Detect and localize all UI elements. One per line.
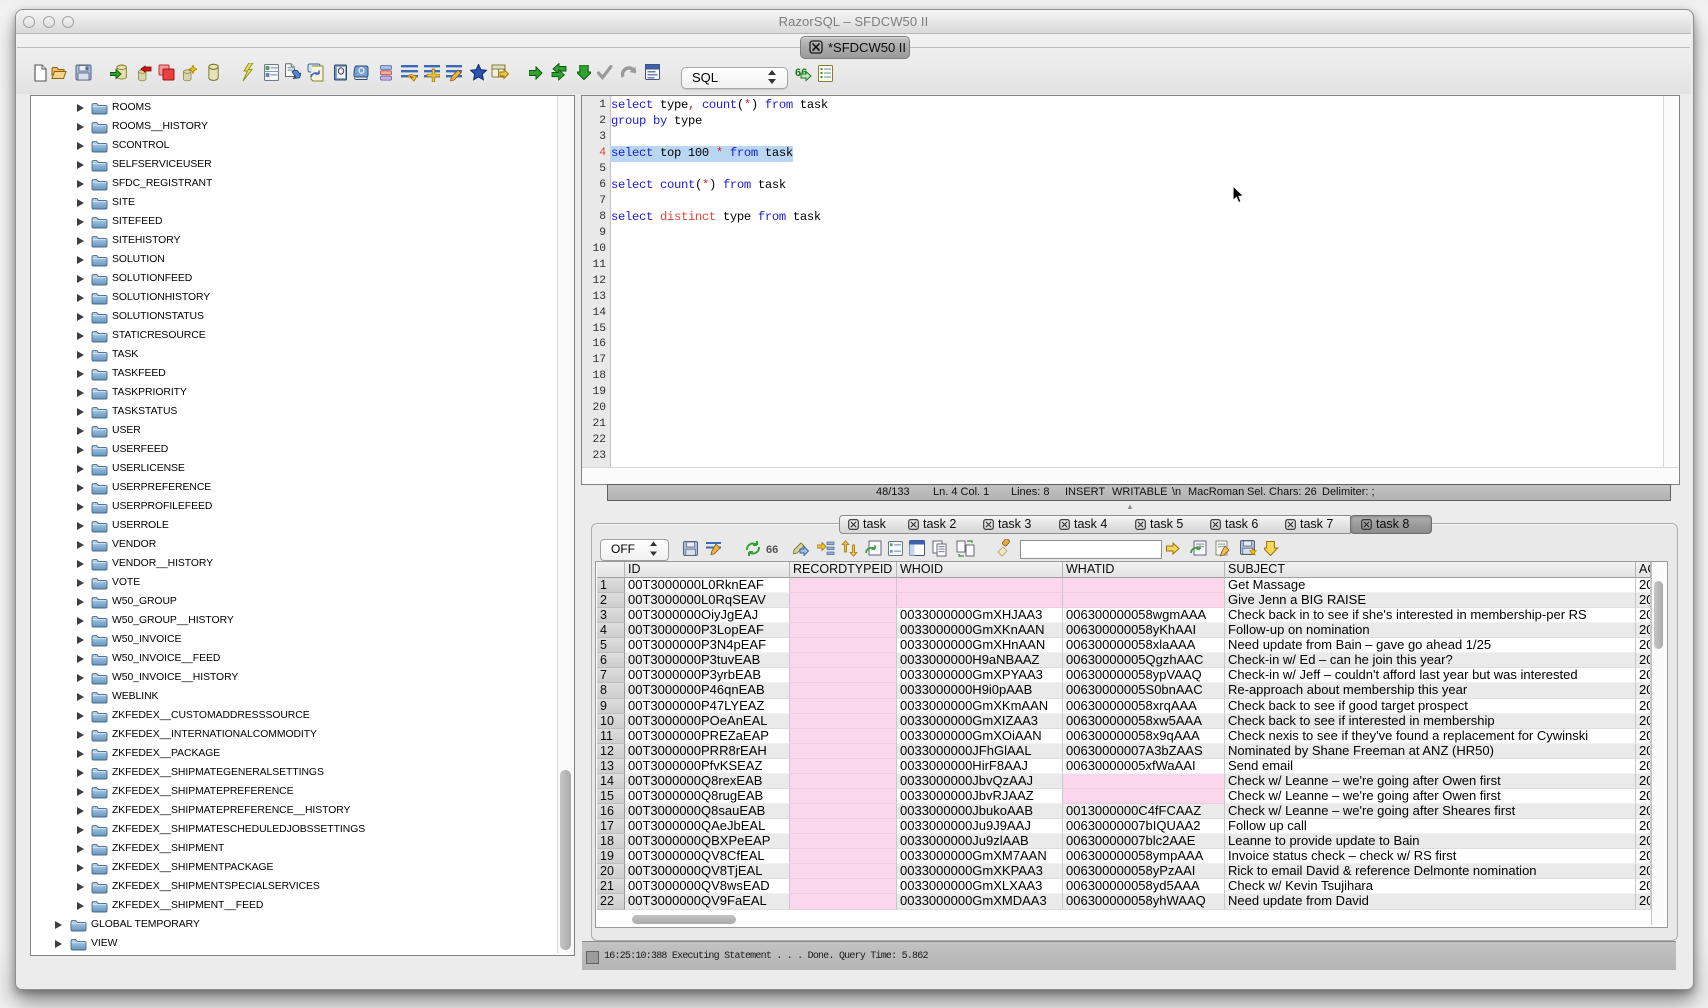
svg-text:66: 66 — [766, 544, 778, 555]
